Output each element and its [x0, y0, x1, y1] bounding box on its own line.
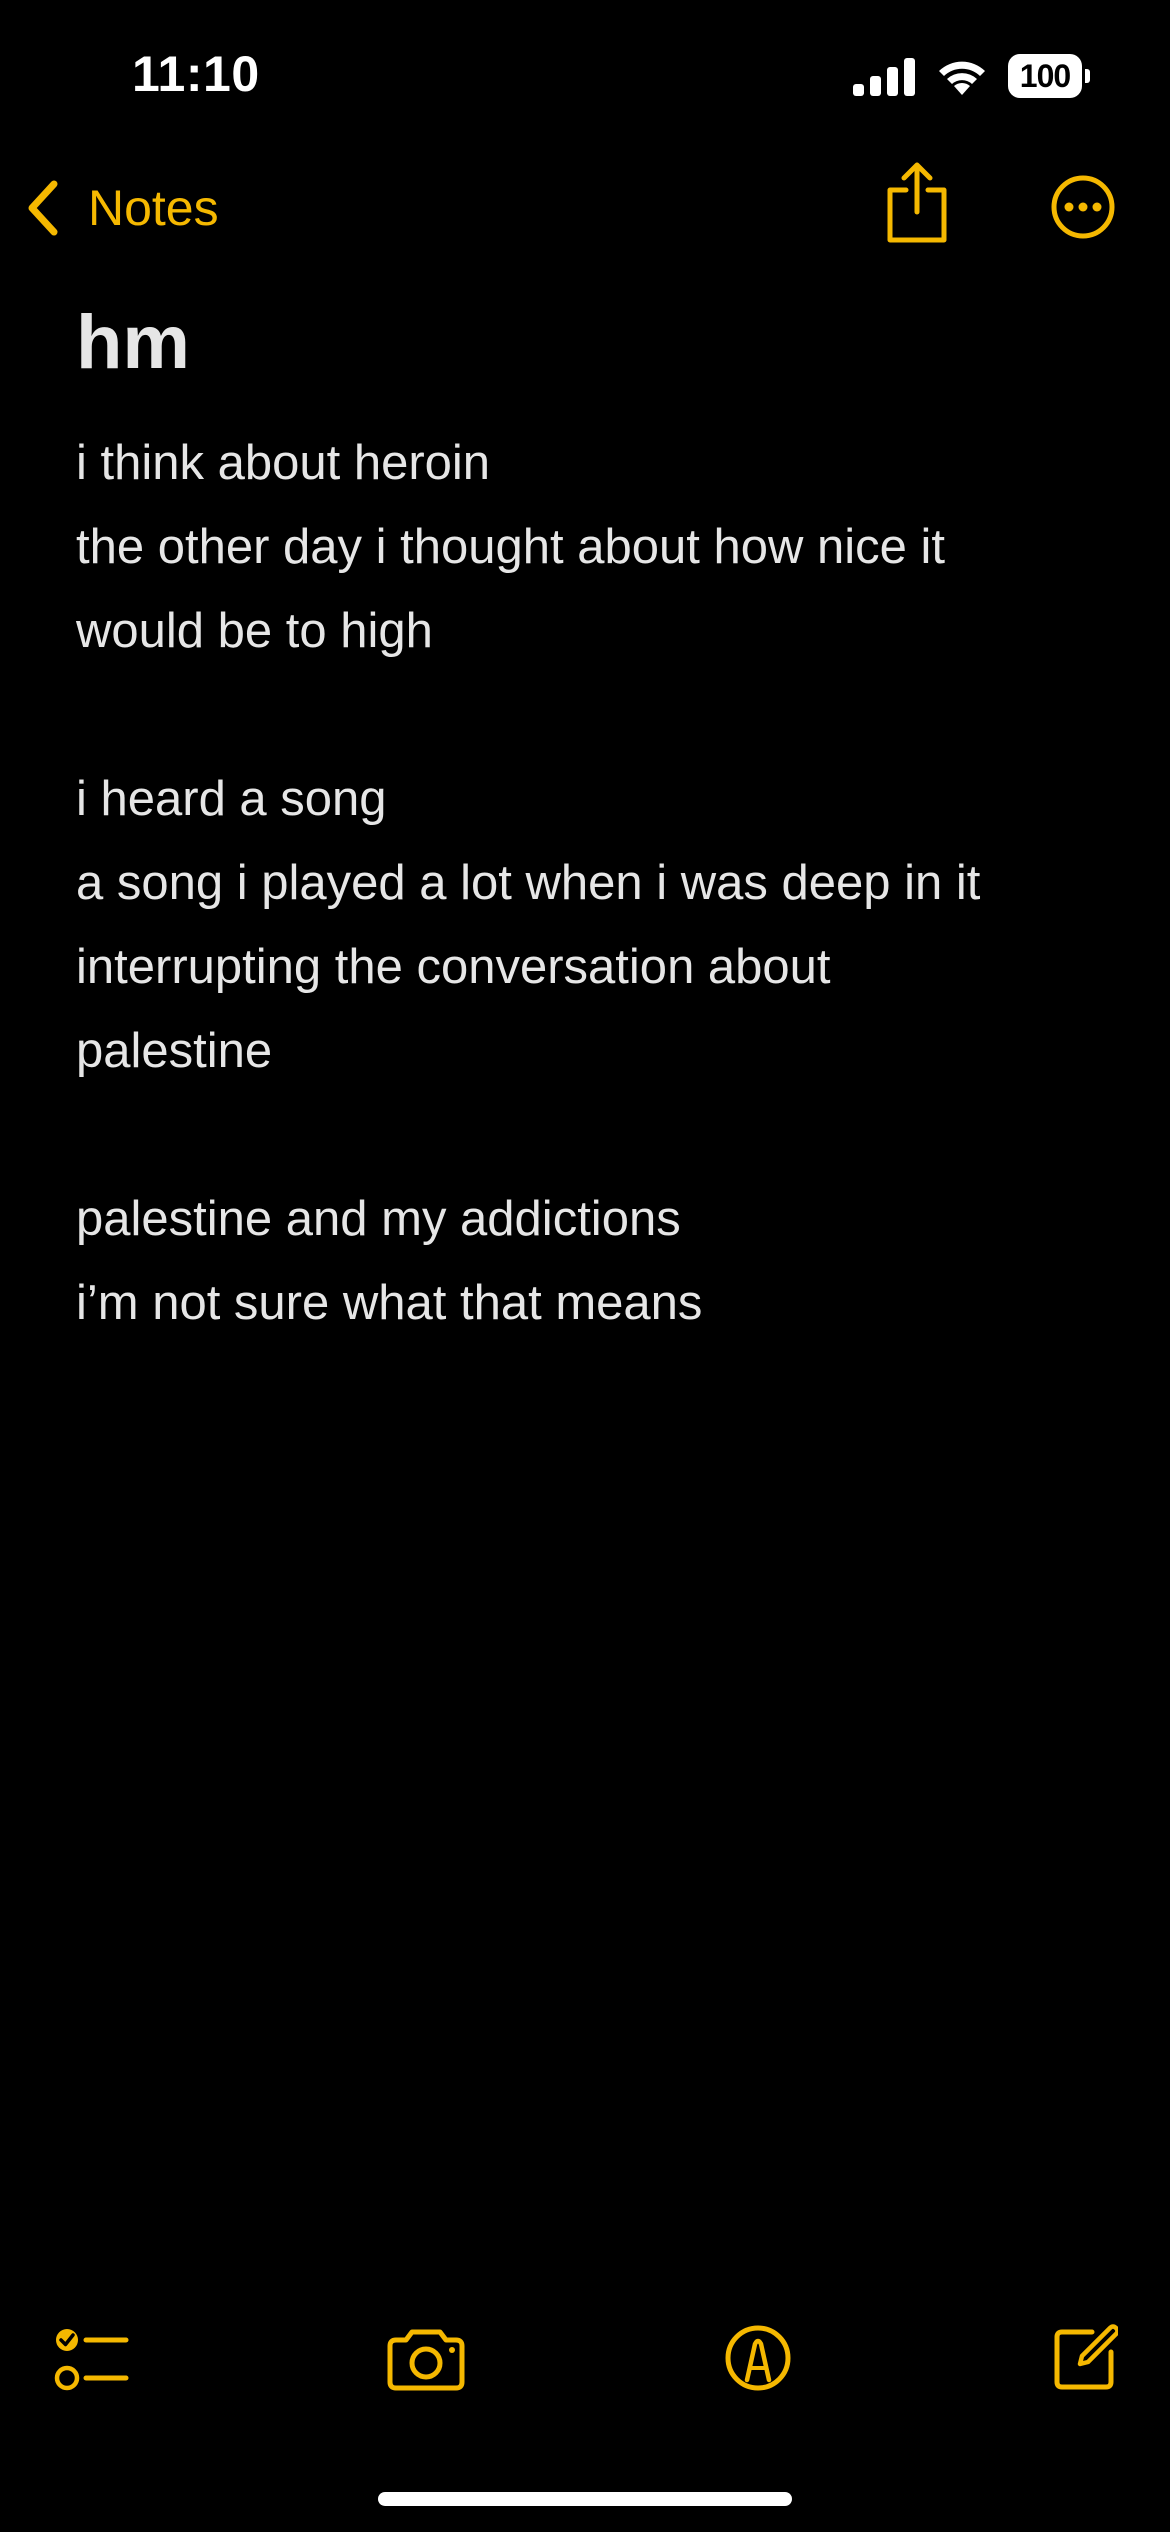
note-line[interactable]: i think about heroin	[76, 421, 1106, 505]
back-button[interactable]: Notes	[22, 172, 219, 244]
note-line-empty[interactable]	[76, 673, 1106, 757]
battery-level: 100	[1019, 57, 1071, 94]
note-line-empty[interactable]	[76, 1093, 1106, 1177]
share-icon[interactable]	[884, 160, 950, 244]
note-line[interactable]: i’m not sure what that means	[76, 1261, 1106, 1345]
battery-nub	[1085, 69, 1090, 83]
note-line[interactable]: a song i played a lot when i was deep in…	[76, 841, 1106, 925]
note-title[interactable]: hm	[76, 305, 1106, 381]
camera-icon[interactable]	[386, 2328, 466, 2392]
wifi-icon	[939, 61, 985, 95]
note-line[interactable]: the other day i thought about how nice i…	[76, 505, 1106, 589]
note-line[interactable]: i heard a song	[76, 757, 1106, 841]
status-time: 11:10	[132, 46, 260, 102]
note-line[interactable]: palestine	[76, 1009, 1106, 1093]
checklist-icon[interactable]	[54, 2325, 130, 2395]
home-indicator[interactable]	[378, 2492, 792, 2506]
nav-bar: Notes	[0, 160, 1170, 260]
bottom-toolbar	[0, 2320, 1170, 2420]
battery-body: 100	[1008, 54, 1082, 98]
ellipsis-circle-icon[interactable]	[1050, 174, 1116, 240]
note-line[interactable]: would be to high	[76, 589, 1106, 673]
note-line[interactable]: palestine and my addictions	[76, 1177, 1106, 1261]
note-body[interactable]: hm i think about heroin the other day i …	[76, 295, 1106, 1345]
note-line[interactable]: interrupting the conversation about	[76, 925, 1106, 1009]
status-bar: 11:10 100	[0, 0, 1170, 150]
markup-icon[interactable]	[724, 2324, 792, 2392]
back-label: Notes	[88, 180, 219, 236]
signal-icon	[853, 58, 915, 96]
chevron-left-icon	[28, 180, 58, 236]
battery-icon: 100	[1008, 54, 1090, 98]
compose-icon[interactable]	[1052, 2320, 1118, 2392]
